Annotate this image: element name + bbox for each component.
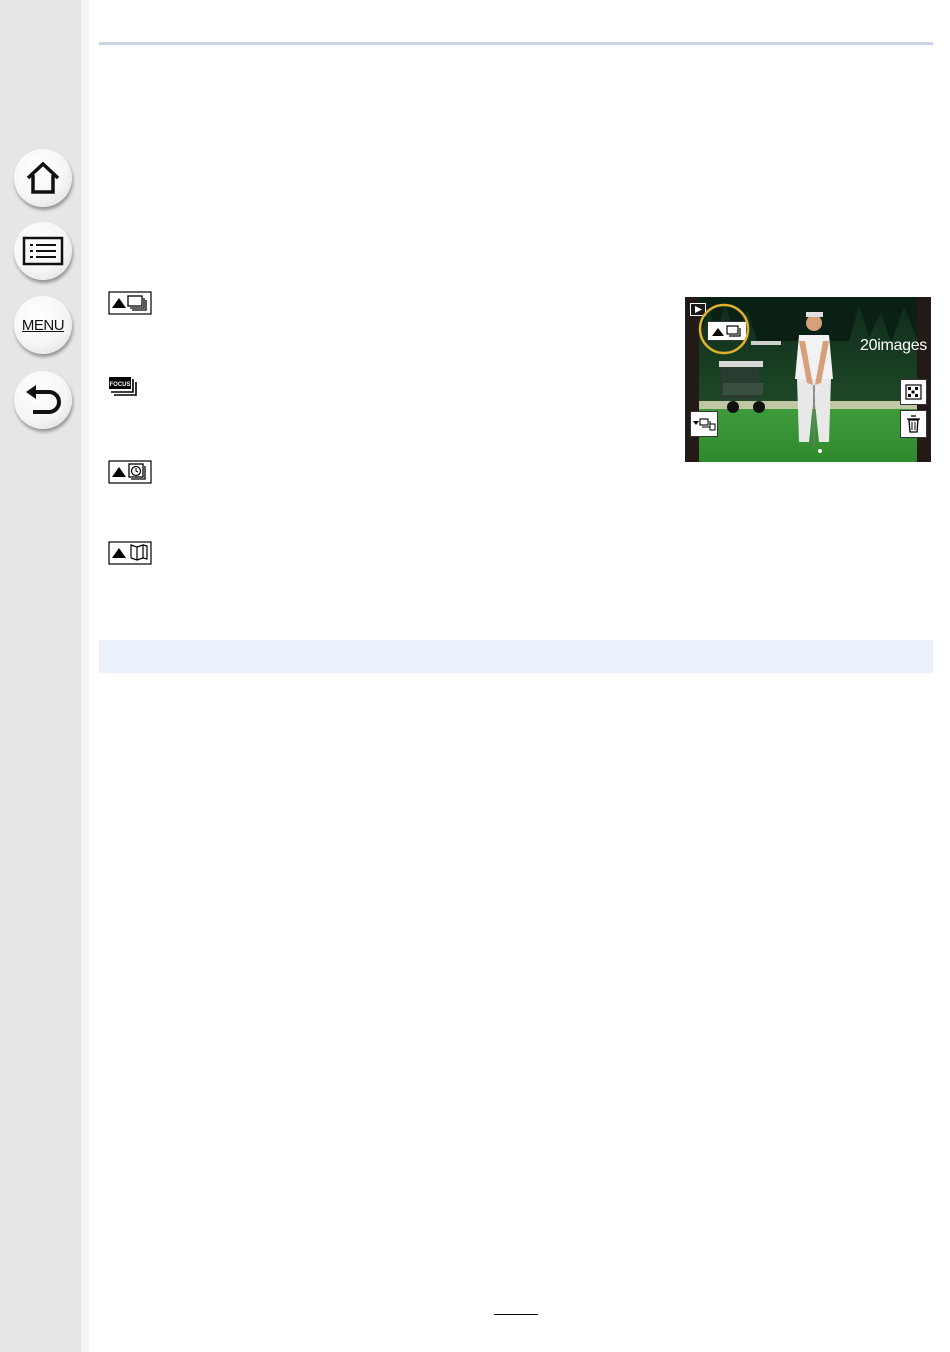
group-playback-button [690, 411, 718, 437]
menu-label: MENU [21, 316, 65, 334]
home-button[interactable] [14, 149, 72, 207]
group-playback-icon [693, 418, 716, 431]
focus-stacking-group-icon: FOCUS [108, 376, 138, 403]
image-count-label: 20images [860, 337, 927, 354]
playback-screen-illustration: 20images [685, 297, 931, 462]
back-arrow-icon [26, 385, 61, 414]
home-icon [26, 161, 60, 194]
trash-icon [907, 415, 920, 433]
time-lapse-group-icon [108, 460, 152, 489]
page-number-underline [494, 1314, 538, 1315]
svg-text:FOCUS: FOCUS [110, 382, 131, 388]
list-icon [22, 236, 64, 266]
back-button[interactable] [14, 371, 72, 429]
grid-icon [905, 384, 922, 400]
contents-button[interactable] [14, 222, 72, 280]
burst-group-icon [108, 291, 152, 320]
highlight-circle [698, 303, 750, 355]
delete-button [900, 410, 927, 438]
menu-button[interactable]: MENU [14, 296, 72, 354]
header-rule [99, 42, 933, 45]
stop-motion-group-icon [108, 541, 152, 570]
section-bar [99, 640, 933, 673]
multi-playback-button [900, 379, 927, 405]
sidebar-edge [81, 0, 89, 1352]
